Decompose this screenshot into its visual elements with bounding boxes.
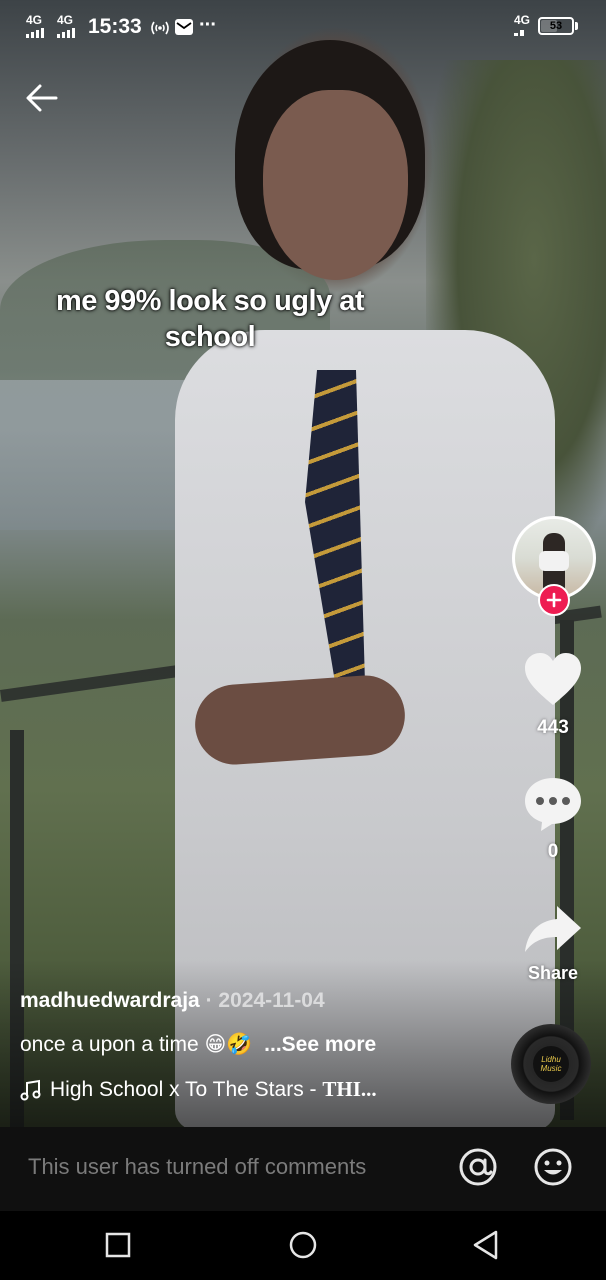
plus-icon [546,592,562,608]
music-info[interactable]: High School x To The Stars - THI... [20,1075,500,1104]
disc-label: Lidhu Music [533,1046,569,1082]
music-title: High School x To The Stars - THI... [50,1075,377,1104]
smiley-icon[interactable] [533,1147,573,1187]
music-title-main: High School x To The Stars - [50,1078,323,1101]
description-text: once a upon a time 😁🤣 [20,1033,253,1056]
arrow-left-icon[interactable] [24,80,60,116]
like-count: 443 [537,717,569,738]
more-notifications-icon: ··· [199,14,217,36]
share-label: Share [527,963,579,983]
status-bar: 4G 4G 15:33 ··· 4G 53 [0,0,606,56]
comment-count: 0 [547,841,559,862]
system-navigation-bar [0,1211,606,1280]
subject-face [263,90,408,280]
recent-apps-icon[interactable] [102,1229,134,1261]
video-overlay-text: me 99% look so ugly at school [55,285,365,353]
battery-icon: 53 [538,17,574,35]
caption-description: once a upon a time 😁🤣 ...See more [20,1031,500,1059]
music-disc-button[interactable]: Lidhu Music [511,1024,591,1104]
share-arrow-icon [525,906,581,952]
signal-indicator-1: 4G [26,14,44,38]
music-title-suffix: THI... [322,1077,377,1101]
signal-indicator-3: 4G [514,14,530,36]
back-triangle-icon[interactable] [470,1229,502,1261]
heart-icon [525,653,581,705]
subject-arms [192,672,408,768]
music-note-icon [20,1079,41,1100]
signal-indicator-2: 4G [57,14,75,38]
status-time: 15:33 [88,15,142,38]
video-caption: madhuedwardraja · 2024-11-04 once a upon… [20,987,500,1104]
like-button[interactable]: 443 [513,652,593,739]
follow-button[interactable] [538,584,570,616]
battery-percent: 53 [549,20,563,32]
avatar-figure-top [539,551,569,571]
comment-bar: This user has turned off comments [0,1127,606,1211]
network-type-label: 4G [57,13,74,27]
share-button[interactable]: Share [513,904,593,984]
mail-icon [175,19,193,35]
battery-tip [575,22,578,30]
caption-author: madhuedwardraja · 2024-11-04 [20,987,500,1015]
separator: · [199,989,219,1012]
see-more-button[interactable]: ...See more [264,1033,376,1056]
post-date: 2024-11-04 [218,989,325,1012]
at-sign-icon[interactable] [458,1147,498,1187]
comments-disabled-message: This user has turned off comments [28,1154,367,1179]
home-icon[interactable] [287,1229,319,1261]
network-type-label: 4G [26,13,43,27]
hotspot-icon [151,21,169,35]
username-link[interactable]: madhuedwardraja [20,989,200,1012]
network-type-label: 4G [514,13,531,27]
comment-button[interactable]: 0 [513,776,593,863]
speech-bubble-icon [525,778,581,831]
